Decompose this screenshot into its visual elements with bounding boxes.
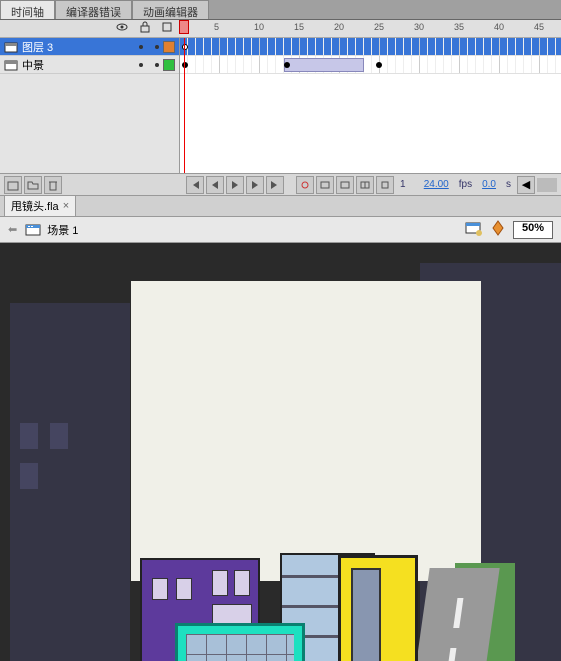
- keyframe-icon[interactable]: [182, 44, 188, 50]
- layer-icon: [4, 58, 18, 72]
- timeline-footer: 1 24.00 fps 0.0 s ◀: [0, 173, 561, 195]
- fps-label: fps: [455, 179, 476, 190]
- scene-icon: [25, 222, 41, 238]
- layer-color-swatch[interactable]: [163, 41, 175, 53]
- teal-building: [175, 623, 305, 661]
- close-icon[interactable]: ×: [63, 200, 69, 212]
- lock-dot[interactable]: [155, 45, 159, 49]
- visibility-dot[interactable]: [139, 63, 143, 67]
- layer-name: 图层 3: [22, 39, 139, 55]
- panel-tabs: 时间轴 编译器错误 动画编辑器: [0, 0, 561, 20]
- frame-row[interactable]: [180, 38, 561, 56]
- scene-bar: ⬅ 场景 1 50%: [0, 217, 561, 243]
- ruler-tick: 5: [214, 22, 219, 32]
- layer-column-controls: [0, 20, 180, 37]
- ruler-tick: 10: [254, 22, 264, 32]
- time-value: 0.0: [478, 179, 500, 190]
- delete-layer-button[interactable]: [44, 176, 62, 194]
- playhead[interactable]: [184, 38, 185, 173]
- tween-span[interactable]: [284, 58, 364, 72]
- timeline-body: 图层 3 中景: [0, 38, 561, 173]
- timeline-header: 1 5 10 15 20 25 30 35 40 45: [0, 20, 561, 38]
- yellow-building: [338, 555, 418, 661]
- ruler-tick: 30: [414, 22, 424, 32]
- background-building: [10, 303, 130, 661]
- outline-icon[interactable]: [162, 22, 172, 35]
- edit-symbol-icon[interactable]: [489, 219, 507, 240]
- stage-canvas[interactable]: [131, 281, 481, 581]
- lock-dot[interactable]: [155, 63, 159, 67]
- playhead-marker-icon[interactable]: [179, 20, 189, 34]
- frame-row[interactable]: [180, 56, 561, 74]
- layer-row[interactable]: 图层 3: [0, 38, 179, 56]
- keyframe-icon[interactable]: [376, 62, 382, 68]
- stage-area[interactable]: [0, 243, 561, 661]
- zoom-field[interactable]: 50%: [513, 221, 553, 239]
- ruler-tick: 25: [374, 22, 384, 32]
- frames-column[interactable]: [180, 38, 561, 173]
- layer-color-swatch[interactable]: [163, 59, 175, 71]
- fps-value[interactable]: 24.00: [420, 179, 453, 190]
- tab-timeline[interactable]: 时间轴: [0, 0, 55, 19]
- document-tab-label: 甩镜头.fla: [11, 198, 59, 214]
- onion-outline-button[interactable]: [336, 176, 354, 194]
- play-button[interactable]: [226, 176, 244, 194]
- timeline-panel: 1 5 10 15 20 25 30 35 40 45 图层 3: [0, 20, 561, 195]
- eye-icon[interactable]: [116, 21, 128, 36]
- new-folder-button[interactable]: [24, 176, 42, 194]
- onion-skin-button[interactable]: [316, 176, 334, 194]
- ruler-tick: 20: [334, 22, 344, 32]
- goto-first-button[interactable]: [186, 176, 204, 194]
- scroll-left-button[interactable]: ◀: [517, 176, 535, 194]
- scene-tools: 50%: [465, 219, 553, 240]
- document-tab[interactable]: 甩镜头.fla ×: [4, 195, 76, 217]
- layer-visibility-dots: [139, 63, 159, 67]
- layers-column: 图层 3 中景: [0, 38, 180, 173]
- current-frame-value[interactable]: 1: [396, 179, 410, 190]
- ruler-tick: 15: [294, 22, 304, 32]
- scene-name[interactable]: 场景 1: [47, 222, 465, 238]
- layer-row[interactable]: 中景: [0, 56, 179, 74]
- time-unit: s: [502, 179, 515, 190]
- layer-name: 中景: [22, 57, 139, 73]
- tab-compiler-errors[interactable]: 编译器错误: [55, 0, 132, 19]
- scrollbar[interactable]: [537, 178, 557, 192]
- back-arrow-icon[interactable]: ⬅: [8, 223, 17, 236]
- step-back-button[interactable]: [206, 176, 224, 194]
- frame-ruler[interactable]: 1 5 10 15 20 25 30 35 40 45: [180, 20, 561, 37]
- layer-visibility-dots: [139, 45, 159, 49]
- step-forward-button[interactable]: [246, 176, 264, 194]
- goto-last-button[interactable]: [266, 176, 284, 194]
- edit-multiple-button[interactable]: [356, 176, 374, 194]
- loop-button[interactable]: [296, 176, 314, 194]
- modify-markers-button[interactable]: [376, 176, 394, 194]
- edit-scene-icon[interactable]: [465, 219, 483, 240]
- ruler-tick: 45: [534, 22, 544, 32]
- layer-icon: [4, 40, 18, 54]
- ruler-tick: 35: [454, 22, 464, 32]
- keyframe-icon[interactable]: [182, 62, 188, 68]
- new-layer-button[interactable]: [4, 176, 22, 194]
- document-tabs: 甩镜头.fla ×: [0, 195, 561, 217]
- tab-motion-editor[interactable]: 动画编辑器: [132, 0, 209, 19]
- lock-icon[interactable]: [140, 21, 150, 36]
- keyframe-icon[interactable]: [284, 62, 290, 68]
- visibility-dot[interactable]: [139, 45, 143, 49]
- ruler-tick: 40: [494, 22, 504, 32]
